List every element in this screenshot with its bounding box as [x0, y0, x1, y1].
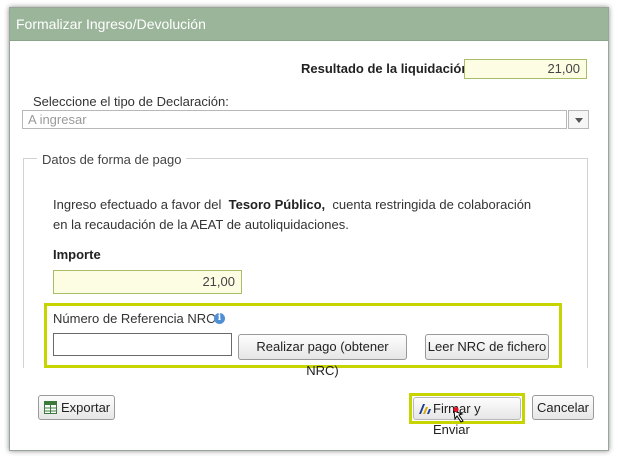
mouse-pointer-icon — [453, 407, 464, 423]
liquidacion-label: Resultado de la liquidación — [301, 61, 470, 76]
tipo-declaracion-select[interactable]: A ingresar — [22, 110, 567, 129]
aeat-logo-icon — [419, 404, 431, 414]
cancelar-button[interactable]: Cancelar — [532, 395, 594, 420]
tipo-declaracion-dropdown-button[interactable] — [568, 110, 589, 129]
chevron-down-icon — [575, 118, 583, 123]
nrc-input[interactable] — [53, 333, 232, 356]
forma-pago-text-after: cuenta restringida de colaboración — [332, 197, 532, 212]
forma-pago-description-line2: en la recaudación de la AEAT de autoliqu… — [53, 217, 349, 232]
leer-nrc-button[interactable]: Leer NRC de fichero — [425, 334, 549, 360]
exportar-button-label: Exportar — [61, 399, 111, 415]
dialog-titlebar[interactable]: Formalizar Ingreso/Devolución — [10, 8, 608, 41]
export-spreadsheet-icon — [44, 401, 57, 414]
forma-pago-legend: Datos de forma de pago — [37, 152, 187, 167]
importe-label: Importe — [53, 247, 101, 262]
exportar-button[interactable]: Exportar — [38, 395, 115, 420]
dialog-title: Formalizar Ingreso/Devolución — [16, 16, 206, 32]
tipo-declaracion-label: Seleccione el tipo de Declaración: — [33, 94, 229, 109]
importe-value-field: 21,00 — [53, 270, 242, 294]
liquidacion-value-field: 21,00 — [464, 59, 587, 79]
forma-pago-text-bold: Tesoro Público, — [228, 197, 326, 212]
info-icon[interactable]: i — [214, 313, 225, 324]
nrc-label: Número de Referencia NRC: — [53, 311, 220, 326]
realizar-pago-button[interactable]: Realizar pago (obtener NRC) — [238, 334, 407, 378]
forma-pago-description-line1: Ingreso efectuado a favor del Tesoro Púb… — [53, 197, 531, 212]
forma-pago-text-before: Ingreso efectuado a favor del — [53, 197, 222, 212]
